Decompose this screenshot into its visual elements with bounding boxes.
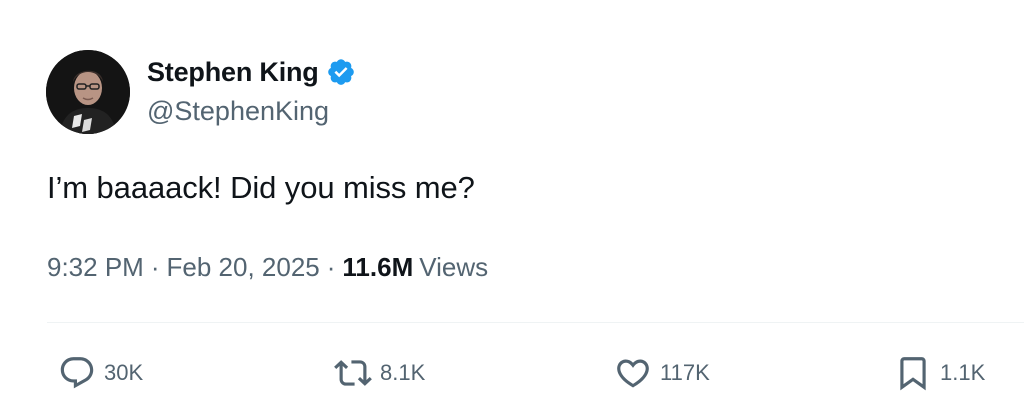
bookmark-button[interactable]: 1.1K [894, 350, 985, 396]
tweet-text: I’m baaaack! Did you miss me? [47, 170, 475, 205]
meta-separator: · [150, 252, 160, 282]
views-count[interactable]: 11.6M [342, 252, 413, 283]
reply-button[interactable]: 30K [58, 350, 143, 396]
divider [47, 322, 1024, 323]
like-count: 117K [660, 360, 710, 385]
repost-icon [334, 360, 372, 386]
reply-icon [60, 357, 94, 389]
tweet-card: Stephen King @StephenKing I’m baaaack! D… [0, 0, 1024, 420]
author-display-name[interactable]: Stephen King [147, 57, 319, 88]
heart-icon [617, 359, 649, 388]
author-handle[interactable]: @StephenKing [147, 96, 329, 127]
tweet-time[interactable]: 9:32 PM [47, 252, 144, 283]
views-label[interactable]: Views [419, 252, 488, 283]
action-bar: 30K 8.1K 117K 1.1K [0, 350, 1024, 396]
bookmark-icon [900, 357, 926, 391]
repost-button[interactable]: 8.1K [334, 350, 425, 396]
tweet-date[interactable]: Feb 20, 2025 [167, 252, 320, 283]
verified-badge-icon[interactable] [326, 57, 356, 87]
tweet-meta: 9:32 PM · Feb 20, 2025 · 11.6M Views [47, 252, 488, 283]
avatar[interactable] [46, 50, 130, 134]
avatar-portrait-icon [46, 50, 130, 134]
author-name-row: Stephen King [147, 54, 356, 90]
reply-count: 30K [104, 360, 144, 385]
bookmark-count: 1.1K [940, 360, 986, 385]
repost-count: 8.1K [380, 360, 426, 385]
like-button[interactable]: 117K [614, 350, 710, 396]
meta-separator: · [326, 252, 336, 282]
